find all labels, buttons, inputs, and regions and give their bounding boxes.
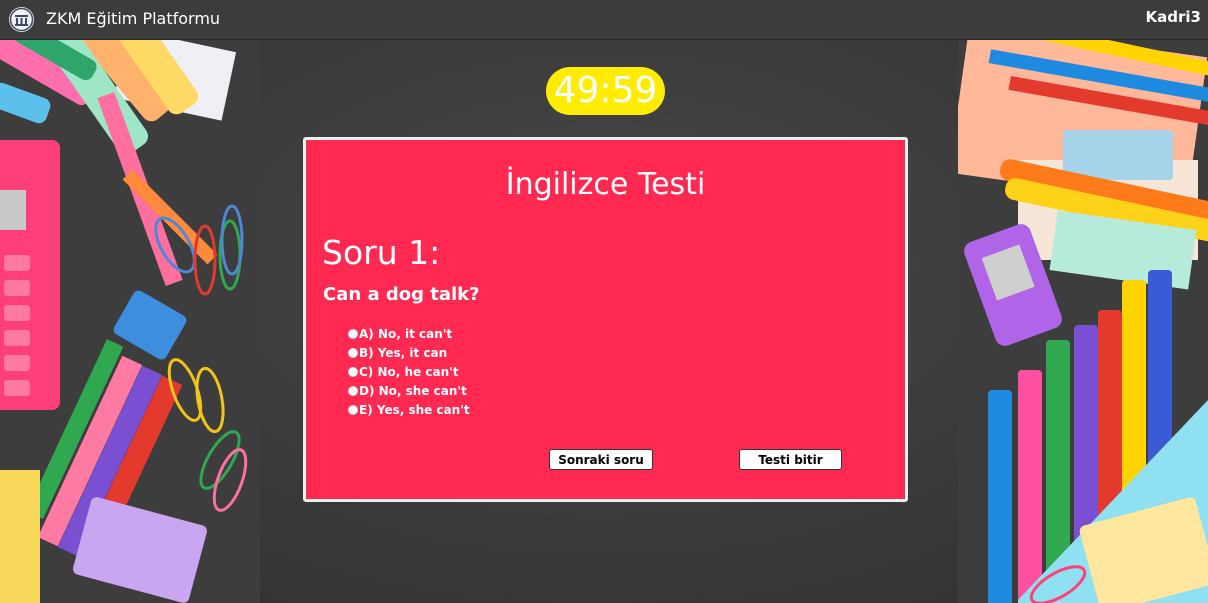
- platform-logo-icon[interactable]: [9, 7, 34, 32]
- quiz-title: İngilizce Testi: [505, 167, 706, 202]
- quiz-card: İngilizce Testi Soru 1: Can a dog talk? …: [303, 137, 908, 502]
- answer-options: A) No, it can't B) Yes, it can C) No, he…: [348, 324, 470, 419]
- option-c[interactable]: C) No, he can't: [348, 362, 470, 381]
- option-label[interactable]: B) Yes, it can: [359, 346, 447, 360]
- option-d[interactable]: D) No, she can't: [348, 381, 470, 400]
- option-label[interactable]: C) No, he can't: [359, 365, 459, 379]
- option-a[interactable]: A) No, it can't: [348, 324, 470, 343]
- option-label[interactable]: D) No, she can't: [359, 384, 467, 398]
- option-label[interactable]: E) Yes, she can't: [359, 403, 470, 417]
- option-b[interactable]: B) Yes, it can: [348, 343, 470, 362]
- top-bar: ZKM Eğitim Platformu Kadri3: [0, 0, 1208, 40]
- platform-title[interactable]: ZKM Eğitim Platformu: [46, 9, 220, 28]
- option-label[interactable]: A) No, it can't: [359, 327, 452, 341]
- next-question-button[interactable]: Sonraki soru: [549, 449, 653, 470]
- radio-button[interactable]: [348, 347, 358, 358]
- radio-button[interactable]: [348, 404, 358, 415]
- finish-test-button[interactable]: Testi bitir: [739, 449, 842, 470]
- question-number: Soru 1:: [322, 233, 441, 272]
- countdown-timer: 49:59: [546, 67, 665, 115]
- question-text: Can a dog talk?: [323, 284, 480, 305]
- radio-button[interactable]: [348, 385, 358, 396]
- username[interactable]: Kadri3: [1146, 8, 1201, 26]
- radio-button[interactable]: [348, 366, 358, 377]
- radio-button[interactable]: [348, 328, 358, 339]
- option-e[interactable]: E) Yes, she can't: [348, 400, 470, 419]
